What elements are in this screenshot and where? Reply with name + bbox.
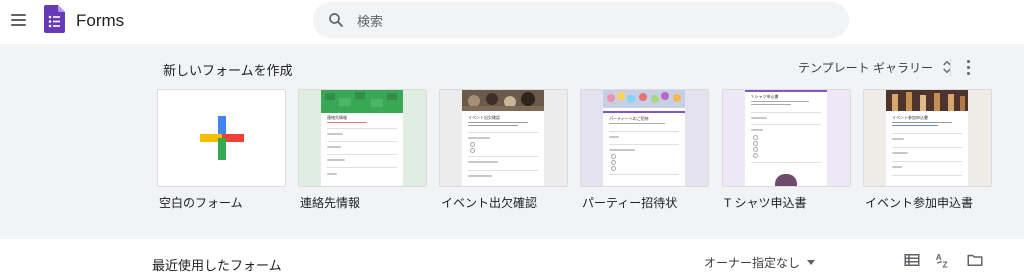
unfold-more-icon <box>943 60 951 74</box>
list-view-icon[interactable] <box>903 251 921 269</box>
template-form-preview: イベント参加申込書 <box>886 111 968 186</box>
template-thumbnail[interactable]: T シャツ申込書 <box>722 89 851 187</box>
template-banner <box>321 90 403 111</box>
template-label: 連絡先情報 <box>300 196 361 210</box>
sort-az-icon[interactable]: A Z <box>935 251 953 269</box>
template-label: 空白のフォーム <box>159 196 243 210</box>
template-party-invite[interactable]: パーティーへのご招待 パーティー招待状 <box>580 89 709 210</box>
section-title-recent-forms: 最近使用したフォーム <box>152 258 282 273</box>
template-event-registration[interactable]: イベント参加申込書 イベント参加申込書 <box>863 89 992 210</box>
template-form-preview: イベント出欠確認 <box>462 111 544 186</box>
hamburger-menu-icon[interactable] <box>8 9 30 31</box>
app-title[interactable]: Forms <box>76 11 124 31</box>
section-title-new-form: 新しいフォームを作成 <box>163 63 293 78</box>
search-input[interactable] <box>355 9 829 33</box>
template-thumbnail[interactable]: イベント出欠確認 <box>439 89 568 187</box>
template-tshirt-signup[interactable]: T シャツ申込書 T シャツ申込書 <box>722 89 851 210</box>
template-form-title: パーティーへのご招待 <box>609 116 649 121</box>
search-bar[interactable] <box>313 2 849 38</box>
template-label: T シャツ申込書 <box>724 196 807 210</box>
forms-logo-icon[interactable] <box>44 5 65 33</box>
template-form-title: イベント参加申込書 <box>892 115 928 120</box>
owner-filter-dropdown[interactable]: オーナー指定なし <box>704 252 816 272</box>
template-form-preview: 連絡先情報 <box>321 111 403 186</box>
template-label: パーティー招待状 <box>582 196 678 210</box>
search-icon[interactable] <box>327 11 345 29</box>
template-gallery-label: テンプレート ギャラリー <box>798 60 933 75</box>
template-banner <box>886 90 968 111</box>
template-form-title: T シャツ申込書 <box>751 94 779 99</box>
svg-text:A: A <box>936 253 942 262</box>
start-new-form-section: 新しいフォームを作成 テンプレート ギャラリー 空白のフォーム 連絡先情報 連絡… <box>0 44 1024 239</box>
arrow-drop-down-icon <box>807 260 816 265</box>
plus-icon <box>200 116 244 160</box>
app-header: Forms <box>0 0 1024 42</box>
template-event-rsvp[interactable]: イベント出欠確認 イベント出欠確認 <box>439 89 568 210</box>
owner-filter-label: オーナー指定なし <box>704 255 801 270</box>
template-banner <box>603 90 685 111</box>
svg-text:Z: Z <box>943 261 948 270</box>
template-form-title: イベント出欠確認 <box>468 115 500 120</box>
template-thumbnail[interactable]: イベント参加申込書 <box>863 89 992 187</box>
template-label: イベント出欠確認 <box>441 196 538 210</box>
template-banner <box>462 90 544 111</box>
more-vertical-icon[interactable] <box>960 56 978 78</box>
folder-icon[interactable] <box>966 251 984 269</box>
template-label: イベント参加申込書 <box>865 196 974 210</box>
template-form-title: 連絡先情報 <box>327 115 347 120</box>
template-contact-info[interactable]: 連絡先情報 連絡先情報 <box>298 89 427 210</box>
template-gallery-button[interactable]: テンプレート ギャラリー <box>790 52 963 82</box>
toolbar-divider <box>950 58 951 76</box>
template-thumbnail[interactable]: パーティーへのご招待 <box>580 89 709 187</box>
template-thumbnail[interactable]: 連絡先情報 <box>298 89 427 187</box>
template-thumbnail[interactable] <box>157 89 286 187</box>
template-form-preview: パーティーへのご招待 <box>603 111 685 186</box>
template-form-preview: T シャツ申込書 <box>745 90 827 186</box>
template-blank[interactable]: 空白のフォーム <box>157 89 286 210</box>
